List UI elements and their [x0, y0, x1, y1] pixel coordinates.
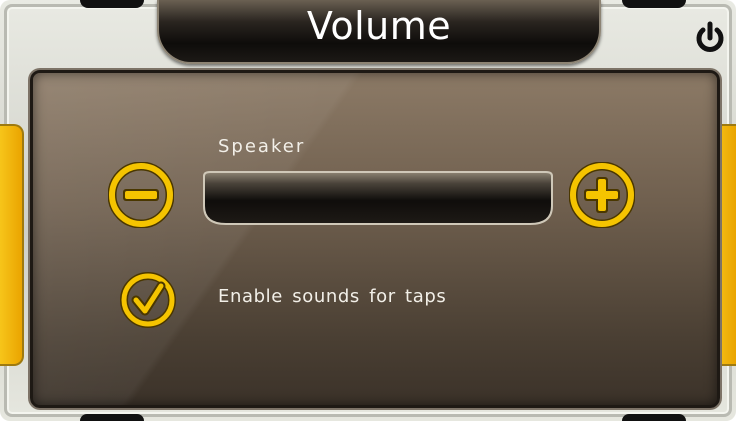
top-right-notch: [622, 0, 686, 8]
plus-icon: [568, 161, 636, 229]
bottom-left-notch: [80, 414, 144, 421]
settings-panel: [30, 70, 720, 408]
minus-icon: [107, 161, 175, 229]
volume-increase-button[interactable]: [568, 161, 636, 229]
volume-track: [203, 171, 553, 225]
speaker-volume-slider[interactable]: [200, 170, 556, 226]
top-left-notch: [80, 0, 144, 8]
volume-decrease-button[interactable]: [107, 161, 175, 229]
title-bar: Volume: [157, 0, 601, 64]
left-side-tab: [0, 124, 24, 366]
page-title: Volume: [306, 4, 452, 48]
checkmark-icon: [120, 272, 176, 328]
power-icon: [696, 21, 724, 52]
tap-sounds-checkbox[interactable]: [120, 272, 176, 328]
tap-sounds-label: Enable sounds for taps: [218, 286, 447, 307]
device-frame: Volume Speaker Enable sounds for taps: [0, 0, 736, 421]
power-button[interactable]: [690, 18, 730, 58]
bottom-right-notch: [622, 414, 686, 421]
speaker-label: Speaker: [218, 136, 306, 157]
